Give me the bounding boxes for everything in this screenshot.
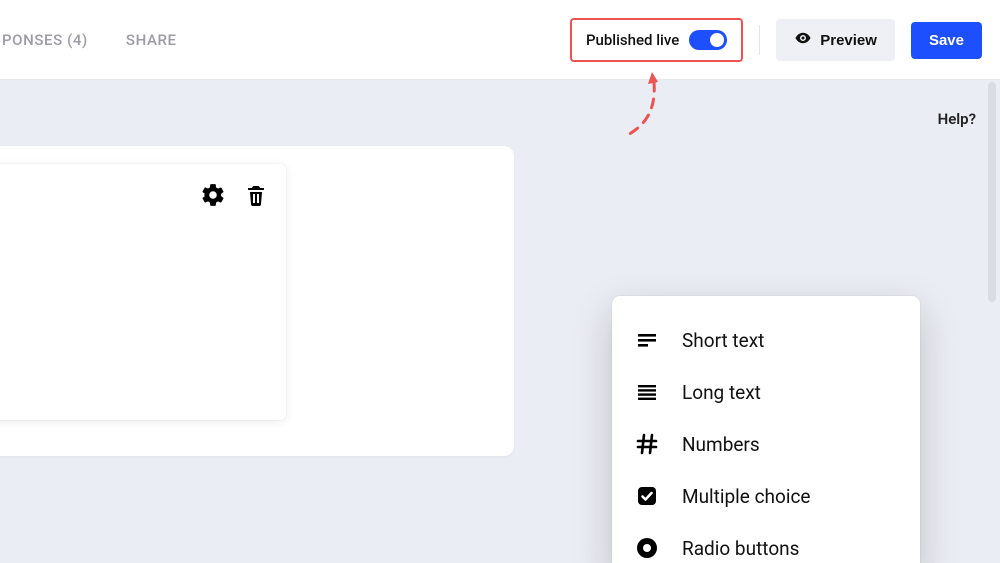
save-button-label: Save xyxy=(929,32,964,49)
field-type-label: Short text xyxy=(682,329,764,352)
publish-label: Published live xyxy=(586,31,679,49)
question-actions xyxy=(200,182,268,212)
radio-icon xyxy=(634,536,660,560)
header: PONSES (4) SHARE Published live Preview … xyxy=(0,0,1000,80)
question-block[interactable] xyxy=(0,164,286,420)
field-type-multiple-choice[interactable]: Multiple choice xyxy=(612,470,920,522)
annotation-arrow xyxy=(618,70,678,160)
preview-button-label: Preview xyxy=(820,32,877,49)
tab-responses[interactable]: PONSES (4) xyxy=(0,31,90,49)
eye-icon xyxy=(794,29,812,51)
help-link[interactable]: Help? xyxy=(938,110,976,128)
preview-button[interactable]: Preview xyxy=(776,19,895,61)
field-type-menu: Short text Long text Numbers Multiple ch… xyxy=(612,296,920,563)
trash-icon[interactable] xyxy=(244,182,268,212)
publish-highlight-box: Published live xyxy=(570,18,743,62)
separator xyxy=(759,25,760,55)
header-nav-left: PONSES (4) SHARE xyxy=(0,0,179,80)
header-right: Published live Preview Save xyxy=(570,0,982,80)
scrollbar[interactable] xyxy=(988,82,996,302)
short-text-icon xyxy=(634,328,660,352)
field-type-label: Multiple choice xyxy=(682,485,810,508)
form-card xyxy=(0,146,514,456)
publish-toggle[interactable] xyxy=(689,30,727,50)
field-type-radio-buttons[interactable]: Radio buttons xyxy=(612,522,920,563)
field-type-label: Radio buttons xyxy=(682,537,799,560)
canvas: Help? Short text xyxy=(0,80,1000,563)
save-button[interactable]: Save xyxy=(911,22,982,59)
field-type-long-text[interactable]: Long text xyxy=(612,366,920,418)
field-type-numbers[interactable]: Numbers xyxy=(612,418,920,470)
hash-icon xyxy=(634,432,660,456)
field-type-label: Numbers xyxy=(682,433,760,456)
gear-icon[interactable] xyxy=(200,182,226,212)
long-text-icon xyxy=(634,380,660,404)
field-type-label: Long text xyxy=(682,381,761,404)
checkbox-icon xyxy=(634,484,660,508)
tab-share[interactable]: SHARE xyxy=(124,31,179,49)
field-type-short-text[interactable]: Short text xyxy=(612,314,920,366)
